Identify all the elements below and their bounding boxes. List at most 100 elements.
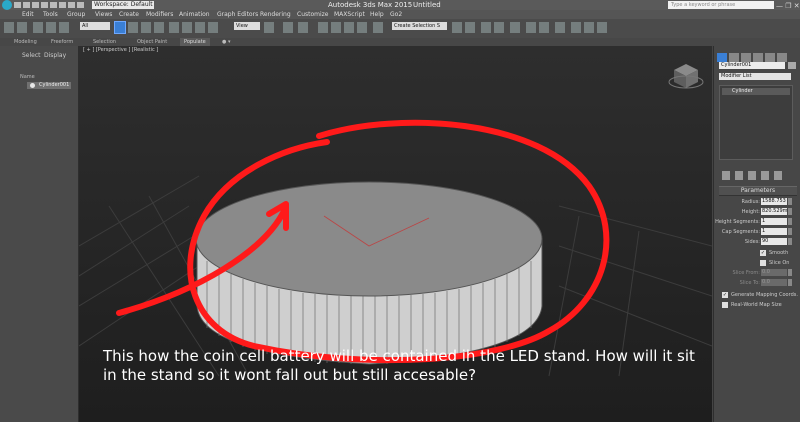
- graphite-toolbar-icon[interactable]: [510, 22, 520, 33]
- pivot-center-icon[interactable]: [264, 22, 274, 33]
- menu-graph-editors[interactable]: Graph Editors: [217, 10, 258, 19]
- mirror-icon[interactable]: [452, 22, 462, 33]
- tab-object-paint[interactable]: Object Paint: [137, 38, 167, 46]
- motion-tab-icon[interactable]: [753, 53, 763, 62]
- undo-icon[interactable]: [41, 2, 48, 8]
- named-selection-dropdown[interactable]: Create Selection S: [392, 22, 447, 30]
- curve-editor-icon[interactable]: [526, 22, 536, 33]
- reference-coord-dropdown[interactable]: View: [234, 22, 260, 30]
- spinner-icon[interactable]: [788, 228, 792, 235]
- unlink-icon[interactable]: [46, 22, 56, 33]
- spinner-icon[interactable]: [788, 218, 792, 225]
- height-input[interactable]: 820.529m: [761, 208, 788, 215]
- project-folder-icon[interactable]: [77, 2, 84, 8]
- bind-space-warp-icon[interactable]: [59, 22, 69, 33]
- render-setup-icon[interactable]: [571, 22, 581, 33]
- material-editor-icon[interactable]: [555, 22, 565, 33]
- menu-modifiers[interactable]: Modifiers: [146, 10, 173, 19]
- sides-input[interactable]: 90: [761, 238, 787, 245]
- layer-explorer-icon[interactable]: [494, 22, 504, 33]
- pin-stack-icon[interactable]: [722, 171, 730, 180]
- new-file-icon[interactable]: [14, 2, 21, 8]
- spinner-icon[interactable]: [788, 208, 792, 215]
- select-by-name-icon[interactable]: [128, 22, 138, 33]
- hierarchy-tab-icon[interactable]: [741, 53, 751, 62]
- menu-edit[interactable]: Edit: [22, 10, 34, 19]
- spinner-icon[interactable]: [788, 269, 792, 276]
- menu-help[interactable]: Help: [370, 10, 384, 19]
- menu-group[interactable]: Group: [67, 10, 85, 19]
- move-icon[interactable]: [169, 22, 179, 33]
- scale-icon[interactable]: [195, 22, 205, 33]
- radius-input[interactable]: 1588.753: [761, 198, 787, 205]
- ribbon-options-icon[interactable]: ● ▾: [222, 38, 230, 46]
- smooth-checkbox[interactable]: ✓: [760, 250, 766, 256]
- menu-rendering[interactable]: Rendering: [260, 10, 291, 19]
- display-tab-icon[interactable]: [765, 53, 775, 62]
- parameters-rollout-header[interactable]: Parameters: [719, 186, 797, 196]
- render-production-icon[interactable]: [597, 22, 607, 33]
- open-file-icon[interactable]: [23, 2, 30, 8]
- menu-customize[interactable]: Customize: [297, 10, 329, 19]
- create-tab-icon[interactable]: [717, 53, 727, 62]
- menu-create[interactable]: Create: [119, 10, 139, 19]
- menu-maxscript[interactable]: MAXScript: [334, 10, 365, 19]
- spinner-icon[interactable]: [788, 198, 792, 205]
- menu-tools[interactable]: Tools: [43, 10, 58, 19]
- real-world-map-checkbox[interactable]: [722, 302, 728, 308]
- cylinder-mesh[interactable]: [195, 181, 543, 365]
- spinner-icon[interactable]: [788, 238, 792, 245]
- scene-object-item[interactable]: Cylinder001: [27, 82, 71, 89]
- snaps-toggle-icon[interactable]: [318, 22, 328, 33]
- slice-from-input[interactable]: 0.0: [761, 269, 787, 276]
- hold-icon[interactable]: [59, 2, 66, 8]
- fetch-icon[interactable]: [68, 2, 75, 8]
- rotate-icon[interactable]: [182, 22, 192, 33]
- menu-views[interactable]: Views: [95, 10, 112, 19]
- undo-icon[interactable]: [4, 22, 14, 33]
- scene-explorer-tab-select[interactable]: Select: [22, 52, 41, 59]
- name-column-header[interactable]: Name: [20, 74, 35, 80]
- angle-snap-icon[interactable]: [331, 22, 341, 33]
- selection-filter-dropdown[interactable]: All: [80, 22, 110, 30]
- tab-selection[interactable]: Selection: [93, 38, 116, 46]
- remove-modifier-icon[interactable]: [761, 171, 769, 180]
- workspace-dropdown[interactable]: Workspace: Default: [92, 1, 154, 9]
- modifier-list-dropdown[interactable]: Modifier List: [719, 73, 791, 80]
- generate-mapping-checkbox[interactable]: ✓: [722, 292, 728, 298]
- keyboard-shortcut-icon[interactable]: [298, 22, 308, 33]
- slice-on-checkbox[interactable]: [760, 260, 766, 266]
- rendered-frame-window-icon[interactable]: [584, 22, 594, 33]
- configure-sets-icon[interactable]: [774, 171, 782, 180]
- cap-segments-input[interactable]: 1: [761, 228, 787, 235]
- percent-snap-icon[interactable]: [344, 22, 354, 33]
- slice-to-input[interactable]: 0.0: [761, 279, 787, 286]
- object-name-field[interactable]: Cylinder001: [719, 62, 785, 69]
- spinner-icon[interactable]: [788, 279, 792, 286]
- tab-populate[interactable]: Populate: [180, 38, 210, 46]
- select-link-icon[interactable]: [33, 22, 43, 33]
- modify-tab-icon[interactable]: [729, 53, 739, 62]
- save-file-icon[interactable]: [32, 2, 39, 8]
- redo-icon[interactable]: [50, 2, 57, 8]
- edit-named-selection-icon[interactable]: [373, 22, 383, 33]
- scene-explorer-icon[interactable]: [481, 22, 491, 33]
- select-object-icon[interactable]: [114, 21, 126, 34]
- modifier-stack-item[interactable]: Cylinder: [722, 88, 790, 95]
- rectangular-selection-icon[interactable]: [141, 22, 151, 33]
- utilities-tab-icon[interactable]: [777, 53, 787, 62]
- menu-animation[interactable]: Animation: [179, 10, 210, 19]
- menu-go2[interactable]: Go2: [390, 10, 402, 19]
- tab-freeform[interactable]: Freeform: [51, 38, 73, 46]
- make-unique-icon[interactable]: [748, 171, 756, 180]
- align-icon[interactable]: [465, 22, 475, 33]
- search-input[interactable]: Type a keyword or phrase: [668, 1, 774, 9]
- height-segments-input[interactable]: 1: [761, 218, 787, 225]
- tab-modeling[interactable]: Modeling: [14, 38, 37, 46]
- schematic-view-icon[interactable]: [539, 22, 549, 33]
- place-icon[interactable]: [208, 22, 218, 33]
- select-manipulate-icon[interactable]: [283, 22, 293, 33]
- scene-explorer-tab-display[interactable]: Display: [44, 52, 66, 59]
- show-end-result-icon[interactable]: [735, 171, 743, 180]
- object-color-swatch[interactable]: [788, 62, 796, 69]
